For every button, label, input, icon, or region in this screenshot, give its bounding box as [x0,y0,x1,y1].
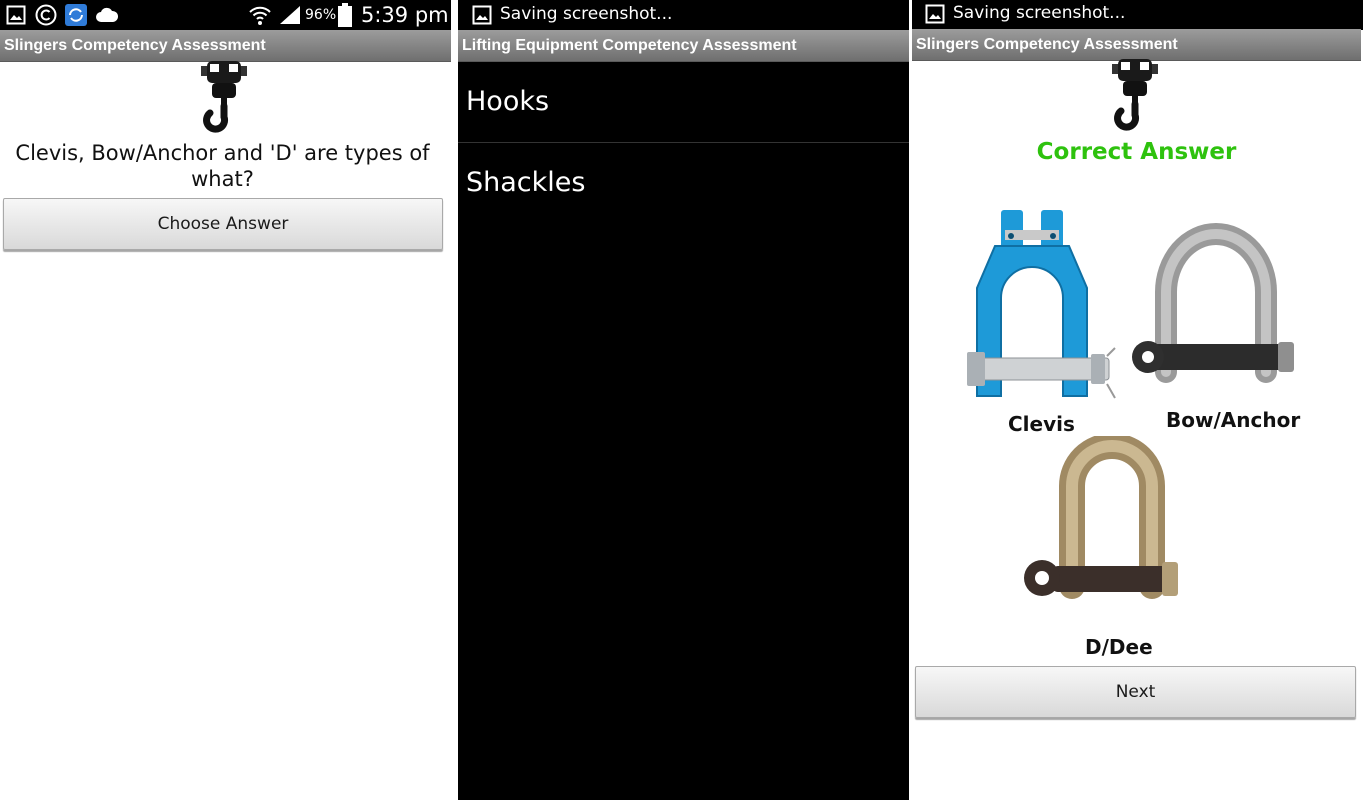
gallery-icon [472,5,492,25]
signal-icon [280,6,300,24]
clock: 5:39 pm [361,3,449,27]
status-bar: 96% 5:39 pm [0,0,451,30]
next-button[interactable]: Next [915,666,1356,718]
label-clevis: Clevis [1008,412,1075,436]
notification-text: Saving screenshot... [953,3,1126,23]
cloud-icon [96,7,119,22]
crane-hook-logo [201,61,247,133]
choose-answer-button[interactable]: Choose Answer [3,198,443,250]
battery-percent: 96% [305,7,337,23]
result-screen: Saving screenshot... Slingers Competency… [912,0,1363,800]
question-screen: 96% 5:39 pm Slingers Competency Assessme… [0,0,451,800]
label-dee: D/Dee [1085,635,1153,659]
option-label: Hooks [466,86,550,117]
app-title-bar: Slingers Competency Assessment [912,29,1361,61]
clevis-shackle-image [967,210,1116,399]
gallery-icon [925,4,945,24]
result-text: Correct Answer [1036,139,1237,165]
battery-icon [338,3,352,27]
label-bow-anchor: Bow/Anchor [1166,408,1301,432]
bow-shackle-image [1132,223,1294,383]
page-title: Lifting Equipment Competency Assessment [462,37,797,54]
gallery-icon [6,5,26,25]
page-title: Slingers Competency Assessment [916,36,1178,53]
crane-hook-logo [1112,59,1158,131]
answer-option-hooks[interactable]: Hooks [458,62,909,142]
notification-bar: Saving screenshot... [458,0,909,30]
question-text: Clevis, Bow/Anchor and 'D' are types of … [15,141,430,191]
answer-list-screen: Saving screenshot... Lifting Equipment C… [458,0,909,800]
dee-shackle-image [1024,436,1178,599]
answer-option-shackles[interactable]: Shackles [458,143,909,223]
wifi-icon [249,6,271,25]
notification-text: Saving screenshot... [500,4,673,24]
copyright-icon [35,4,57,26]
sync-icon [65,4,87,26]
app-title-bar: Slingers Competency Assessment [0,30,451,62]
option-label: Shackles [466,167,586,198]
app-title-bar: Lifting Equipment Competency Assessment [458,30,909,62]
notification-bar: Saving screenshot... [912,0,1363,30]
page-title: Slingers Competency Assessment [4,37,266,54]
